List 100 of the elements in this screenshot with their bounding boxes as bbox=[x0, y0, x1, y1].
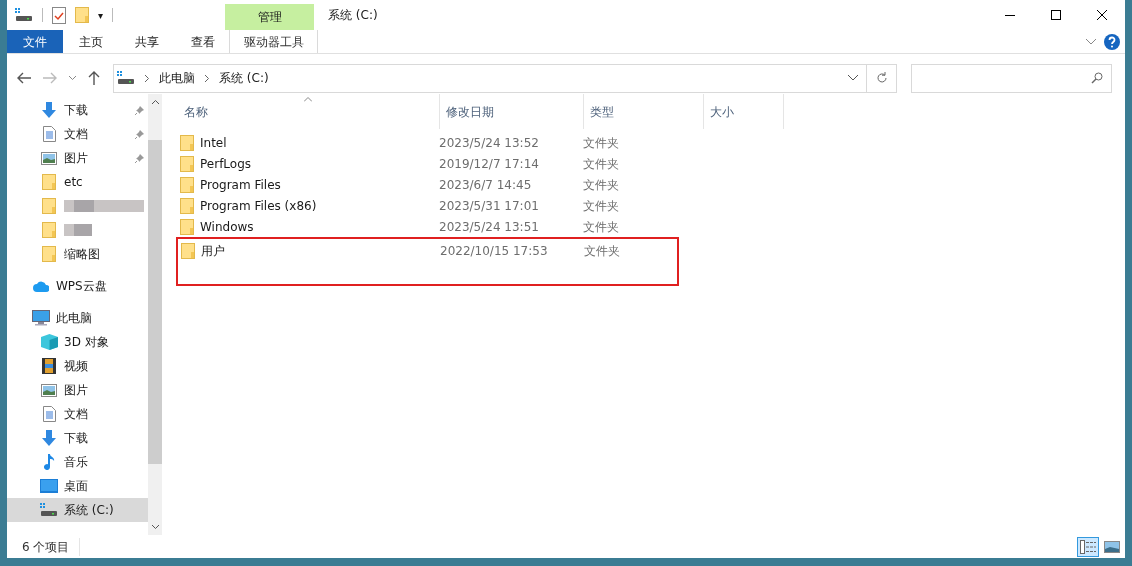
nav-label: etc bbox=[64, 174, 83, 191]
file-row[interactable]: Program Files 2023/6/7 14:45 文件夹 bbox=[162, 174, 1125, 195]
nav-label: 文档 bbox=[64, 126, 88, 143]
customize-dropdown[interactable]: ▾ bbox=[98, 7, 104, 23]
folder-icon bbox=[42, 246, 56, 262]
breadcrumb[interactable]: 系统 (C:) bbox=[219, 69, 269, 87]
document-icon bbox=[42, 126, 56, 142]
scrollbar[interactable] bbox=[148, 94, 162, 535]
column-header[interactable]: 名称 bbox=[178, 94, 440, 129]
nav-item[interactable]: 视频 bbox=[7, 354, 148, 378]
file-row[interactable]: Windows 2023/5/24 13:51 文件夹 bbox=[162, 216, 1125, 237]
ribbon-tab[interactable]: 共享 bbox=[119, 30, 175, 53]
chevron-icon bbox=[145, 74, 149, 82]
cloud-icon bbox=[33, 280, 49, 292]
date-cell-text: 2019/12/7 17:14 bbox=[439, 155, 540, 173]
close-icon bbox=[1097, 10, 1107, 20]
column-header[interactable]: 大小 bbox=[704, 94, 784, 129]
refresh-button[interactable] bbox=[867, 63, 897, 93]
nav-item[interactable]: etc bbox=[7, 170, 148, 194]
folder-icon bbox=[180, 134, 194, 151]
file-name: Intel bbox=[200, 134, 227, 152]
nav-label: 3D 对象 bbox=[64, 334, 109, 351]
nav-label: 下载 bbox=[64, 102, 88, 119]
folder-icon bbox=[180, 218, 194, 235]
down-arrow-icon bbox=[41, 102, 57, 118]
file-row[interactable]: Intel 2023/5/24 13:52 文件夹 bbox=[162, 132, 1125, 153]
date-cell-text: 2023/5/31 17:01 bbox=[439, 197, 540, 215]
document-icon bbox=[42, 406, 56, 422]
folder-icon bbox=[180, 155, 194, 172]
nav-item[interactable]: 此电脑 bbox=[7, 306, 148, 330]
picture-icon bbox=[41, 151, 57, 165]
ribbon-tab[interactable]: 驱动器工具 bbox=[229, 30, 318, 53]
nav-item[interactable]: 音乐 bbox=[7, 450, 148, 474]
back-icon[interactable] bbox=[17, 72, 31, 84]
nav-item[interactable]: 3D 对象 bbox=[7, 330, 148, 354]
scroll-down-icon[interactable] bbox=[151, 525, 159, 529]
maximize-icon bbox=[1051, 10, 1061, 20]
new-folder-icon bbox=[75, 7, 89, 23]
type-cell-text: 文件夹 bbox=[583, 155, 620, 173]
drive-icon bbox=[15, 8, 33, 22]
refresh-icon bbox=[875, 72, 888, 84]
chevron-icon bbox=[205, 74, 209, 82]
folder-icon bbox=[42, 198, 56, 214]
file-row[interactable]: Program Files (x86) 2023/5/31 17:01 文件夹 bbox=[162, 195, 1125, 216]
type-cell-text: 文件夹 bbox=[583, 218, 620, 236]
nav-item[interactable]: 图片 bbox=[7, 378, 148, 402]
blurred-label bbox=[64, 224, 92, 236]
nav-item[interactable]: 缩略图 bbox=[7, 242, 148, 266]
folder-icon bbox=[42, 174, 56, 190]
search-field[interactable] bbox=[911, 63, 1112, 93]
date-cell-text: 2022/10/15 17:53 bbox=[440, 242, 549, 260]
breadcrumb[interactable]: 此电脑 bbox=[159, 69, 195, 87]
context-tab-group: 管理 bbox=[225, 4, 314, 30]
nav-item[interactable]: 文档 bbox=[7, 122, 148, 146]
nav-item[interactable]: 文档 bbox=[7, 402, 148, 426]
file-name: PerfLogs bbox=[200, 155, 252, 173]
nav-item[interactable]: 图片 bbox=[7, 146, 148, 170]
nav-label: 视频 bbox=[64, 358, 88, 375]
file-name: Program Files bbox=[200, 176, 281, 194]
search-icon bbox=[1091, 72, 1103, 84]
monitor-icon bbox=[32, 310, 50, 326]
ribbon-tab[interactable]: 主页 bbox=[63, 30, 119, 53]
nav-item[interactable]: WPS云盘 bbox=[7, 274, 148, 298]
folder-icon bbox=[180, 176, 194, 193]
chevron-icon[interactable] bbox=[1086, 38, 1096, 45]
address-bar[interactable]: 此电脑 系统 (C:) bbox=[113, 63, 867, 93]
drive-icon bbox=[40, 503, 58, 517]
date-cell-text: 2023/5/24 13:52 bbox=[439, 134, 540, 152]
drive-icon bbox=[117, 71, 135, 85]
help-icon[interactable] bbox=[1104, 33, 1120, 50]
nav-item[interactable]: 下载 bbox=[7, 426, 148, 450]
item-count: 6 个项目 bbox=[22, 537, 81, 556]
window-title: 系统 (C:) bbox=[327, 7, 379, 24]
nav-label: 图片 bbox=[64, 382, 88, 399]
ribbon-tab[interactable]: 查看 bbox=[175, 30, 231, 53]
folder-icon bbox=[181, 242, 195, 259]
folder-icon bbox=[180, 197, 194, 214]
column-header[interactable]: 类型 bbox=[584, 94, 704, 129]
desktop-icon bbox=[40, 479, 58, 493]
column-header[interactable]: 修改日期 bbox=[440, 94, 584, 129]
scroll-up-icon[interactable] bbox=[151, 100, 159, 104]
nav-label: 此电脑 bbox=[56, 310, 92, 327]
date-cell-text: 2023/6/7 14:45 bbox=[439, 176, 533, 194]
properties-icon[interactable] bbox=[52, 6, 66, 24]
dropdown-chevron-icon[interactable] bbox=[848, 75, 858, 81]
ribbon-tab[interactable]: 文件 bbox=[7, 30, 63, 53]
nav-label: 桌面 bbox=[64, 478, 88, 495]
nav-label: 图片 bbox=[64, 150, 88, 167]
history-chevron-icon[interactable] bbox=[69, 76, 76, 80]
nav-item[interactable]: 系统 (C:) bbox=[7, 498, 148, 522]
file-row[interactable]: 用户 2022/10/15 17:53 文件夹 bbox=[179, 240, 674, 261]
file-row[interactable]: PerfLogs 2019/12/7 17:14 文件夹 bbox=[162, 153, 1125, 174]
nav-label: 音乐 bbox=[64, 454, 88, 471]
folder-icon bbox=[42, 222, 56, 238]
up-arrow-icon[interactable] bbox=[88, 71, 100, 85]
details-view-button[interactable] bbox=[1077, 536, 1099, 557]
type-cell-text: 文件夹 bbox=[583, 176, 620, 194]
nav-item[interactable]: 下载 bbox=[7, 98, 148, 122]
nav-item[interactable]: 桌面 bbox=[7, 474, 148, 498]
cube-icon bbox=[40, 334, 58, 350]
